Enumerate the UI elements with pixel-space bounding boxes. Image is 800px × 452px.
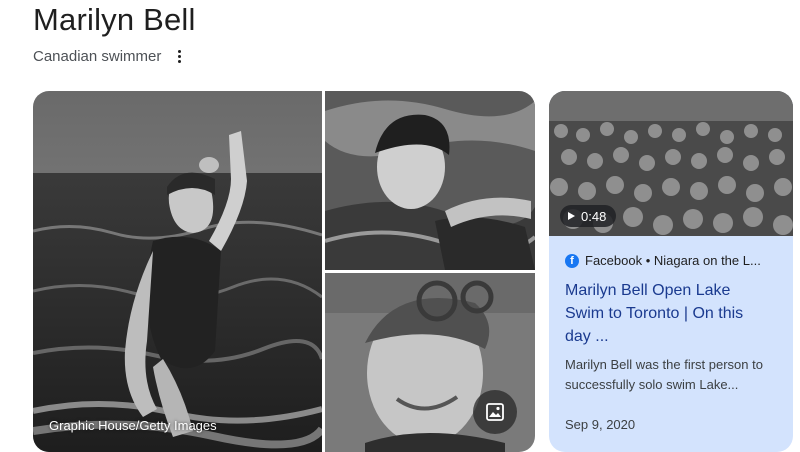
gallery-image-bottom-right[interactable]: [325, 273, 535, 452]
facebook-icon: f: [565, 253, 579, 268]
video-duration-badge: 0:48: [560, 205, 617, 227]
video-card-body: f Facebook • Niagara on the L... Marilyn…: [565, 253, 783, 395]
video-source-label: Facebook • Niagara on the L...: [585, 253, 761, 268]
image-gallery: Graphic House/Getty Images: [33, 91, 535, 452]
video-description: Marilyn Bell was the first person to suc…: [565, 357, 763, 392]
more-options-icon[interactable]: [171, 47, 187, 65]
image-icon: [485, 402, 505, 422]
video-date: Sep 9, 2020: [565, 417, 636, 432]
entity-description: Canadian swimmer: [33, 47, 162, 65]
video-title-link[interactable]: Marilyn Bell Open Lake Swim to Toronto |…: [565, 279, 770, 348]
play-icon: [568, 212, 575, 220]
video-thumbnail[interactable]: 0:48: [549, 91, 793, 236]
more-images-button[interactable]: [473, 390, 517, 434]
entity-subtitle-row: Canadian swimmer: [33, 47, 187, 65]
video-source: f Facebook • Niagara on the L...: [565, 253, 783, 268]
image-credit: Graphic House/Getty Images: [49, 418, 217, 433]
entity-title: Marilyn Bell: [33, 2, 196, 37]
gallery-image-main[interactable]: Graphic House/Getty Images: [33, 91, 322, 452]
video-duration: 0:48: [581, 208, 607, 224]
gallery-image-top-right[interactable]: [325, 91, 535, 270]
video-result-card[interactable]: 0:48 f Facebook • Niagara on the L... Ma…: [549, 91, 793, 452]
